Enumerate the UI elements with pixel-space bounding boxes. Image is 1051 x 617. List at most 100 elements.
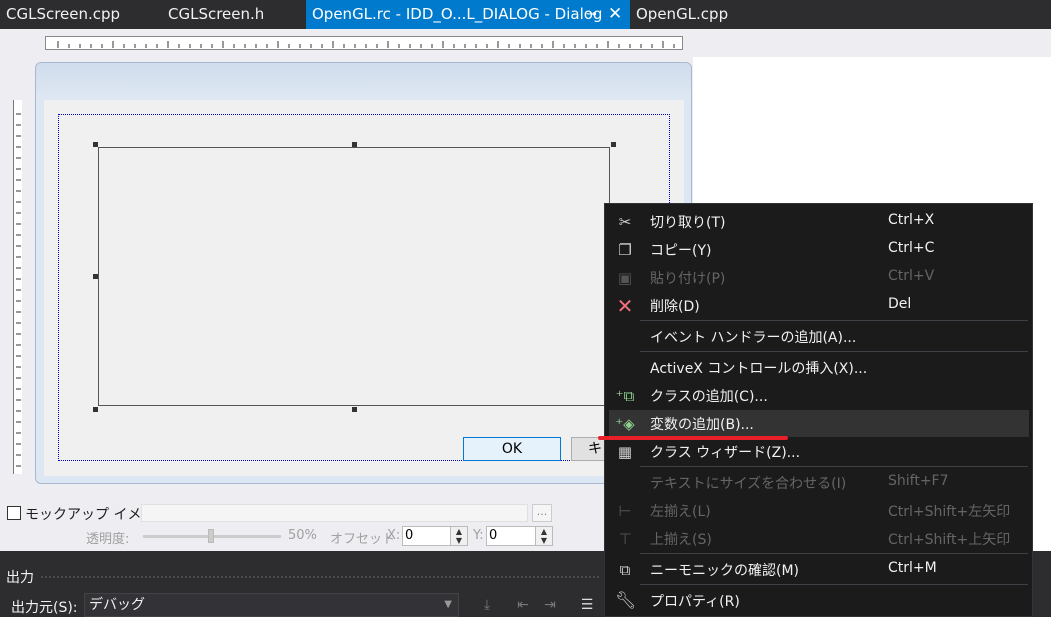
menu-separator: [640, 351, 1028, 352]
tab-label: CGLScreen.h: [168, 5, 265, 23]
menu-item-label: プロパティ(R): [650, 594, 740, 610]
tab-label: OpenGL.rc - IDD_O...L_DIALOG - Dialog: [312, 5, 603, 23]
menu-item-label: 左揃え(L): [650, 504, 711, 520]
resize-handle[interactable]: [611, 142, 616, 147]
menu-separator: [640, 320, 1028, 321]
menu-item-size-to-content[interactable]: テキストにサイズを合わせる(I) Shift+F7: [609, 469, 1029, 496]
scissors-icon: ✂: [618, 213, 632, 231]
offset-y-input[interactable]: 0 ▲ ▼: [486, 526, 553, 546]
menu-item-shortcut: Del: [888, 296, 912, 312]
menu-item-shortcut: Shift+F7: [888, 473, 949, 489]
menu-separator: [640, 584, 1028, 585]
spin-up-down-icon[interactable]: ▲ ▼: [535, 527, 552, 545]
dialog-titlebar: [36, 63, 691, 99]
offset-x-value: 0: [405, 528, 414, 543]
offset-y-value: 0: [489, 528, 498, 543]
copy-icon: ❐: [618, 241, 632, 259]
menu-item-copy[interactable]: ❐ コピー(Y) Ctrl+C: [609, 236, 1029, 263]
align-left-icon: ⊢: [618, 502, 632, 520]
menu-item-label: 削除(D): [650, 299, 700, 315]
opacity-value: 50%: [288, 528, 317, 543]
menu-item-align-left[interactable]: ⊢ 左揃え(L) Ctrl+Shift+左矢印: [609, 497, 1029, 524]
align-top-icon: ⊤: [618, 530, 632, 548]
menu-item-label: イベント ハンドラーの追加(A)...: [650, 330, 857, 346]
opacity-slider-thumb[interactable]: [208, 529, 214, 543]
horizontal-ruler[interactable]: [45, 36, 683, 50]
menu-item-shortcut: Ctrl+V: [888, 268, 935, 284]
opacity-label: 透明度:: [86, 532, 130, 547]
pin-icon[interactable]: ⊸: [586, 0, 597, 29]
mockup-browse-button[interactable]: ...: [532, 504, 552, 522]
panel-grip[interactable]: [40, 575, 600, 579]
menu-item-align-top[interactable]: ⊤ 上揃え(S) Ctrl+Shift+上矢印: [609, 525, 1029, 552]
tab-opengl-cpp[interactable]: OpenGL.cpp: [636, 0, 756, 29]
menu-item-shortcut: Ctrl+M: [888, 560, 937, 576]
menu-separator: [640, 466, 1028, 467]
menu-item-shortcut: Ctrl+Shift+上矢印: [888, 532, 1011, 548]
menu-item-insert-activex[interactable]: ActiveX コントロールの挿入(X)...: [609, 354, 1029, 381]
spin-up-down-icon[interactable]: ▲ ▼: [450, 527, 467, 545]
tab-opengl-rc-dialog[interactable]: OpenGL.rc - IDD_O...L_DIALOG - Dialog ⊸ …: [306, 0, 630, 29]
wrench-icon: 🔧︎: [615, 591, 637, 611]
annotation-underline: [598, 436, 788, 440]
tab-label: OpenGL.cpp: [636, 5, 729, 23]
previous-message-icon[interactable]: ⇤: [514, 596, 532, 614]
menu-item-shortcut: Ctrl+Shift+左矢印: [888, 504, 1011, 520]
find-message-icon[interactable]: ⤓: [478, 596, 496, 614]
menu-item-paste[interactable]: ▣ 貼り付け(P) Ctrl+V: [609, 264, 1029, 291]
menu-item-check-mnemonics[interactable]: ⧉ ニーモニックの確認(M) Ctrl+M: [609, 556, 1029, 583]
resize-handle[interactable]: [93, 274, 98, 279]
output-source-label: 出力元(S):: [11, 600, 78, 616]
close-icon[interactable]: ✕: [608, 0, 622, 29]
resize-handle[interactable]: [93, 407, 98, 412]
offset-x-input[interactable]: 0 ▲ ▼: [402, 526, 468, 546]
delete-icon: ✕: [616, 294, 634, 318]
menu-item-shortcut: Ctrl+C: [888, 240, 935, 256]
tab-label: CGLScreen.cpp: [6, 5, 121, 23]
menu-item-class-wizard[interactable]: ▦ クラス ウィザード(Z)...: [609, 438, 1029, 465]
menu-item-cut[interactable]: ✂ 切り取り(T) Ctrl+X: [609, 208, 1029, 235]
menu-separator: [640, 553, 1028, 554]
menu-item-label: クラス ウィザード(Z)...: [650, 445, 801, 461]
output-source-select[interactable]: デバッグ ▼: [84, 593, 459, 617]
resize-handle[interactable]: [352, 142, 357, 147]
menu-item-add-variable[interactable]: ⁺◈ 変数の追加(B)...: [609, 410, 1029, 437]
add-variable-icon: ⁺◈: [615, 415, 635, 433]
menu-item-delete[interactable]: ✕ 削除(D) Del: [609, 292, 1029, 319]
offset-x-label: X:: [387, 528, 401, 543]
add-class-icon: ⁺⧉: [615, 387, 635, 405]
menu-item-add-class[interactable]: ⁺⧉ クラスの追加(C)...: [609, 382, 1029, 409]
mockup-image-checkbox[interactable]: [7, 506, 21, 520]
menu-item-label: 変数の追加(B)...: [650, 417, 754, 433]
output-panel-title: 出力: [6, 570, 34, 586]
menu-item-label: ニーモニックの確認(M): [650, 563, 800, 579]
paste-icon: ▣: [617, 269, 633, 287]
ok-button[interactable]: OK: [463, 437, 561, 461]
tab-cglscreen-h[interactable]: CGLScreen.h: [168, 0, 298, 29]
menu-item-label: 貼り付け(P): [650, 271, 726, 287]
class-wizard-icon: ▦: [617, 443, 633, 461]
menu-item-label: ActiveX コントロールの挿入(X)...: [650, 361, 868, 377]
resize-handle[interactable]: [352, 407, 357, 412]
picture-control[interactable]: [98, 147, 610, 406]
clear-all-icon[interactable]: ☰: [578, 596, 596, 614]
tab-cglscreen-cpp[interactable]: CGLScreen.cpp: [6, 0, 156, 29]
output-source-value: デバッグ: [89, 597, 145, 613]
menu-item-label: テキストにサイズを合わせる(I): [650, 476, 847, 492]
offset-y-label: Y:: [473, 528, 484, 543]
menu-item-label: 上揃え(S): [650, 532, 712, 548]
vertical-ruler[interactable]: [7, 100, 22, 474]
chevron-down-icon: ▼: [444, 599, 452, 610]
check-mnemonics-icon: ⧉: [619, 561, 631, 579]
menu-item-add-event-handler[interactable]: イベント ハンドラーの追加(A)...: [609, 323, 1029, 350]
next-message-icon[interactable]: ⇥: [541, 596, 559, 614]
menu-item-label: クラスの追加(C)...: [650, 389, 768, 405]
document-tab-bar: CGLScreen.cpp CGLScreen.h OpenGL.rc - ID…: [0, 0, 1051, 29]
menu-item-properties[interactable]: 🔧︎ プロパティ(R): [609, 587, 1029, 614]
mockup-path-input[interactable]: [141, 504, 528, 522]
menu-item-label: 切り取り(T): [650, 215, 726, 231]
offset-label: オフセット: [330, 532, 396, 547]
menu-item-label: コピー(Y): [650, 243, 712, 259]
menu-item-shortcut: Ctrl+X: [888, 212, 935, 228]
resize-handle[interactable]: [93, 142, 98, 147]
